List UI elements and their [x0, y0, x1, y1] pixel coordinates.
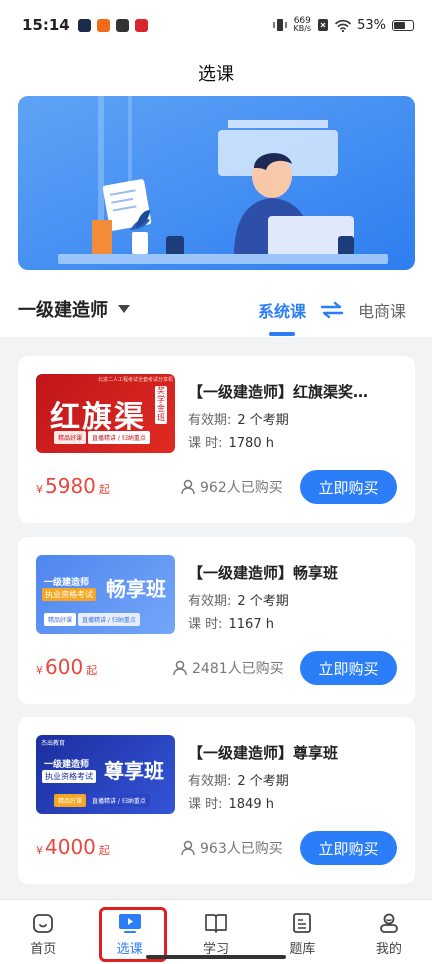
- user-icon: [379, 913, 398, 933]
- app-notification-icon: [134, 18, 148, 32]
- app-notification-icon: [96, 18, 110, 32]
- hours-row: 课 时: 1780 h: [188, 436, 274, 451]
- buyers-count: 963人已购买: [181, 838, 283, 858]
- battery-percent: 53%: [357, 17, 386, 33]
- validity-row: 有效期: 2 个考期: [188, 413, 289, 428]
- nav-item-profile[interactable]: 我的: [346, 900, 432, 964]
- status-time: 15:14: [22, 16, 70, 34]
- hours-row: 课 时: 1849 h: [188, 797, 274, 812]
- person-icon: [181, 840, 195, 856]
- banner-image[interactable]: [18, 96, 415, 270]
- app-notification-icon: [77, 18, 91, 32]
- nav-item-home[interactable]: 首页: [0, 900, 86, 964]
- buy-now-button[interactable]: 立即购买: [300, 651, 397, 685]
- buyers-count: 962人已购买: [181, 477, 283, 497]
- course-card[interactable]: 杰出教育 一级建造师 执业资格考试 尊享班 精品好课 直播精讲 / 归纳重点 【…: [18, 717, 415, 884]
- hours-row: 课 时: 1167 h: [188, 617, 274, 632]
- category-selector[interactable]: 一级建造师: [18, 296, 130, 322]
- course-type-tabs: 系统课 电商课: [258, 298, 406, 322]
- wifi-icon: [335, 19, 351, 32]
- course-title: 【一级建造师】畅享班: [188, 564, 339, 582]
- sim-icon: [318, 19, 329, 31]
- gesture-bar: [146, 955, 286, 959]
- course-thumbnail: 杰出教育 一级建造师 执业资格考试 尊享班 精品好课 直播精讲 / 归纳重点: [36, 735, 175, 814]
- buy-now-button[interactable]: 立即购买: [300, 470, 397, 504]
- page-title: 选课: [198, 64, 234, 85]
- price: ¥4000 起: [36, 835, 110, 859]
- header: 选课 一级建造师 系统课 电商课: [0, 50, 432, 337]
- buy-now-button[interactable]: 立即购买: [300, 831, 397, 865]
- category-label: 一级建造师: [18, 300, 108, 321]
- vibrate-icon: [273, 19, 288, 31]
- home-icon: [33, 914, 54, 933]
- status-bar: 15:14 669 KB/s 53%: [0, 0, 432, 50]
- course-card[interactable]: 一级建造师 执业资格考试 畅享班 精品好课 直播精讲 / 归纳重点 【一级建造师…: [18, 537, 415, 704]
- selection-highlight: [99, 907, 167, 962]
- buyers-count: 2481人已购买: [173, 658, 284, 678]
- switch-arrows-icon[interactable]: [320, 301, 344, 319]
- battery-icon: [392, 19, 414, 31]
- caret-down-icon: [118, 305, 130, 313]
- course-title: 【一级建造师】红旗渠奖…: [188, 383, 369, 401]
- mail-icon: [115, 18, 129, 32]
- document-icon: [293, 913, 312, 933]
- book-icon: [205, 914, 227, 933]
- tab-ecommerce-course[interactable]: 电商课: [358, 298, 406, 322]
- price: ¥5980 起: [36, 474, 110, 498]
- validity-row: 有效期: 2 个考期: [188, 594, 289, 609]
- tab-system-course[interactable]: 系统课: [258, 298, 306, 322]
- course-thumbnail: 一级建造师 执业资格考试 畅享班 精品好课 直播精讲 / 归纳重点: [36, 555, 175, 634]
- person-icon: [181, 479, 195, 495]
- validity-row: 有效期: 2 个考期: [188, 774, 289, 789]
- price: ¥600 起: [36, 655, 98, 679]
- network-speed: 669 KB/s: [293, 16, 312, 33]
- course-card[interactable]: 北进二人工程考试全套考试分享机 红旗渠 奖学金班 精品好课 直播精讲 / 归纳重…: [18, 356, 415, 523]
- person-icon: [173, 660, 187, 676]
- course-thumbnail: 北进二人工程考试全套考试分享机 红旗渠 奖学金班 精品好课 直播精讲 / 归纳重…: [36, 374, 175, 453]
- course-title: 【一级建造师】尊享班: [188, 744, 339, 762]
